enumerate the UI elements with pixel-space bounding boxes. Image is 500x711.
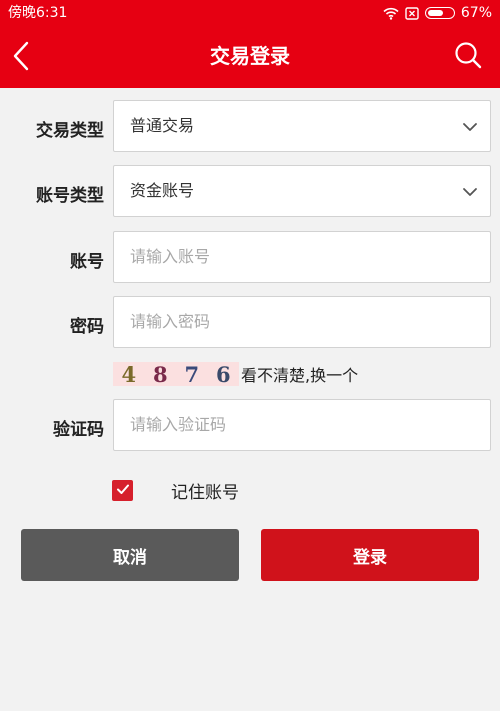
account-type-select[interactable]: 资金账号 <box>113 165 491 217</box>
account-label: 账号 <box>70 252 104 272</box>
remember-account[interactable]: 记住账号 <box>112 479 239 503</box>
battery-percent: 67% <box>460 5 492 21</box>
captcha-digit: 6 <box>215 361 231 387</box>
header: 傍晚6:31 67% 交易登录 <box>0 0 500 88</box>
battery-icon <box>424 7 455 19</box>
account-field-box <box>113 231 491 283</box>
chevron-down-icon <box>462 184 478 200</box>
nav-bar: 交易登录 <box>0 28 500 88</box>
login-button[interactable]: 登录 <box>261 529 479 581</box>
password-field-box <box>113 296 491 348</box>
status-bar: 傍晚6:31 67% <box>0 0 500 28</box>
cancel-button[interactable]: 取消 <box>21 529 239 581</box>
wifi-icon <box>383 7 399 20</box>
captcha-refresh-link[interactable]: 看不清楚,换一个 <box>241 362 358 386</box>
verify-code-row: 验证码 <box>0 399 500 451</box>
password-input[interactable] <box>130 297 470 347</box>
no-sim-icon <box>405 6 419 20</box>
remember-label: 记住账号 <box>171 482 239 503</box>
verify-code-field-box <box>113 399 491 451</box>
captcha-digit: 4 <box>121 361 137 387</box>
account-type-value: 资金账号 <box>130 181 195 200</box>
verify-code-label: 验证码 <box>53 420 104 440</box>
trade-type-label: 交易类型 <box>36 121 104 141</box>
verify-code-input[interactable] <box>130 400 470 450</box>
captcha-digit: 8 <box>152 361 168 387</box>
status-icons: 67% <box>383 4 492 22</box>
account-row: 账号 <box>0 231 500 283</box>
remember-checkbox[interactable] <box>112 479 133 501</box>
password-label: 密码 <box>70 317 104 337</box>
trade-type-value: 普通交易 <box>130 116 195 135</box>
page-title: 交易登录 <box>210 44 290 68</box>
status-time: 傍晚6:31 <box>8 5 68 21</box>
captcha-row: 4 8 7 6 看不清楚,换一个 <box>113 361 358 387</box>
check-icon <box>116 481 130 500</box>
trade-type-select[interactable]: 普通交易 <box>113 100 491 152</box>
battery-level <box>427 10 443 16</box>
search-button[interactable] <box>452 41 484 73</box>
captcha-image[interactable]: 4 8 7 6 <box>113 361 239 387</box>
account-input[interactable] <box>130 232 470 282</box>
chevron-down-icon <box>462 119 478 135</box>
account-type-label: 账号类型 <box>36 186 104 206</box>
search-icon <box>454 41 482 73</box>
password-row: 密码 <box>0 296 500 348</box>
account-type-row: 账号类型 资金账号 <box>0 165 500 217</box>
trade-type-row: 交易类型 普通交易 <box>0 100 500 152</box>
captcha-digit: 7 <box>184 361 200 387</box>
